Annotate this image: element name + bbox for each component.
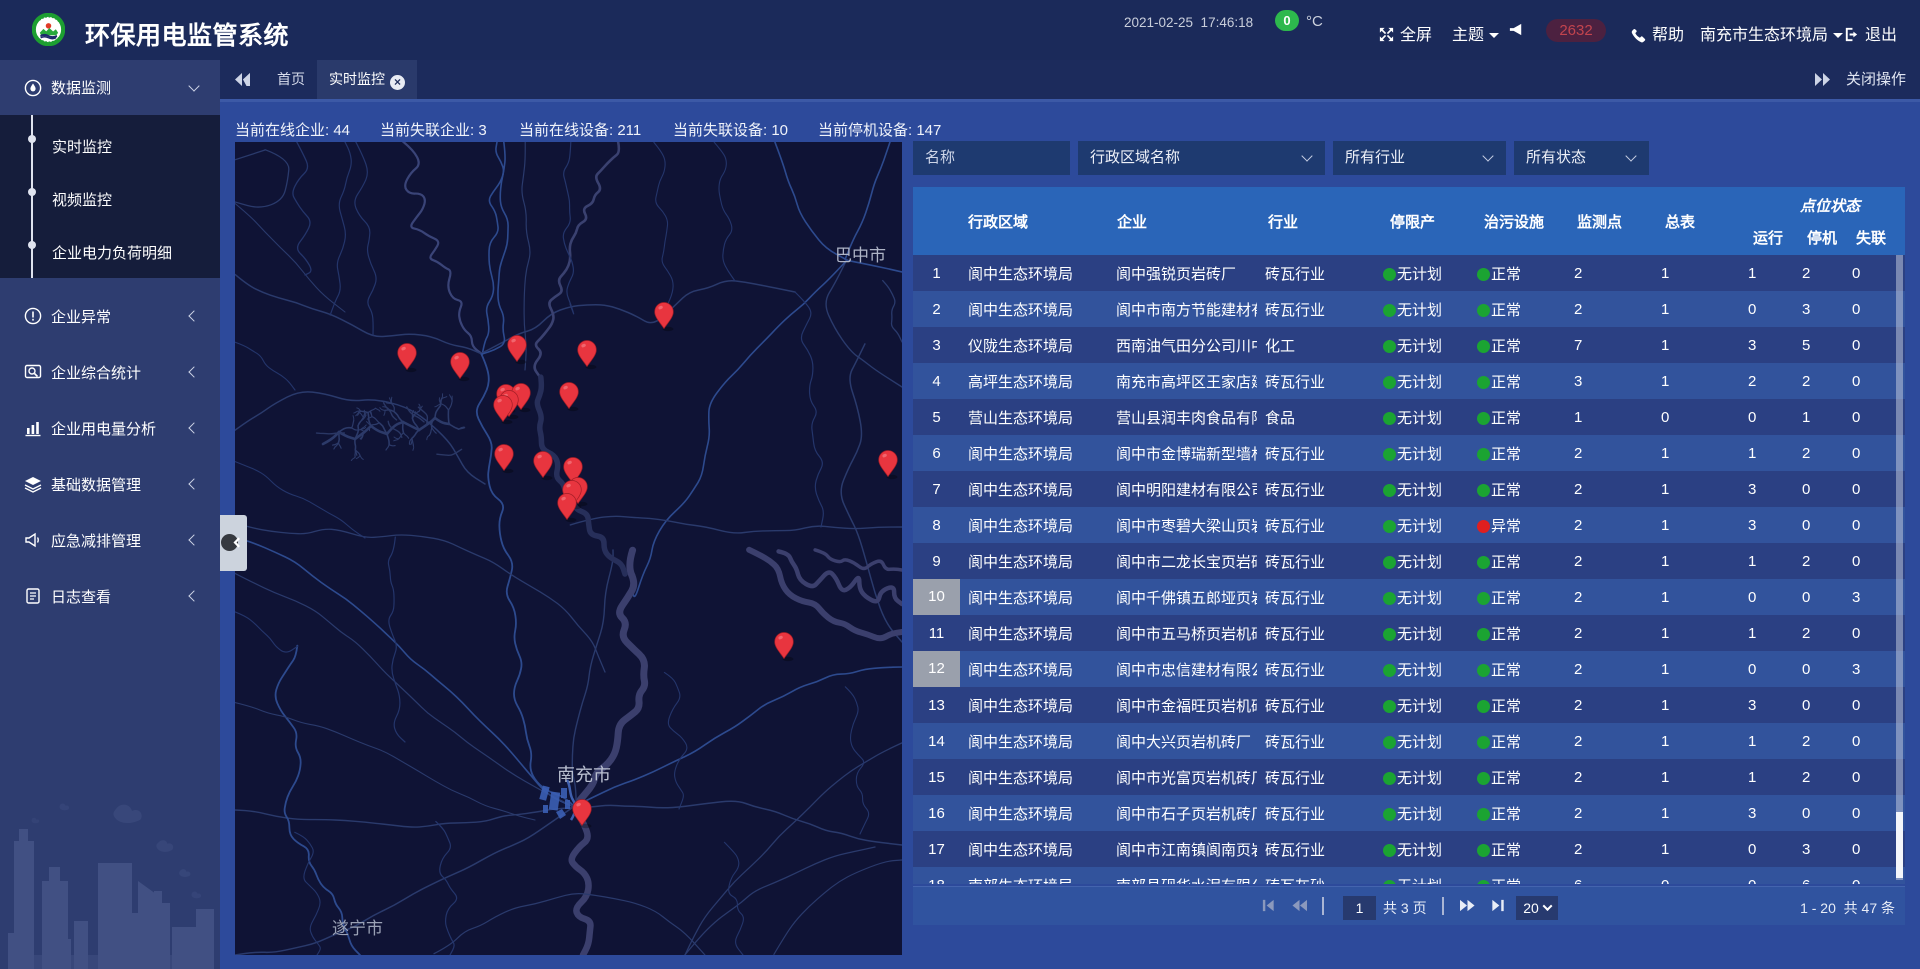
svg-text:巴中市: 巴中市: [835, 246, 886, 265]
svg-text:南充市: 南充市: [557, 765, 611, 785]
svg-text:遂宁市: 遂宁市: [332, 919, 383, 938]
